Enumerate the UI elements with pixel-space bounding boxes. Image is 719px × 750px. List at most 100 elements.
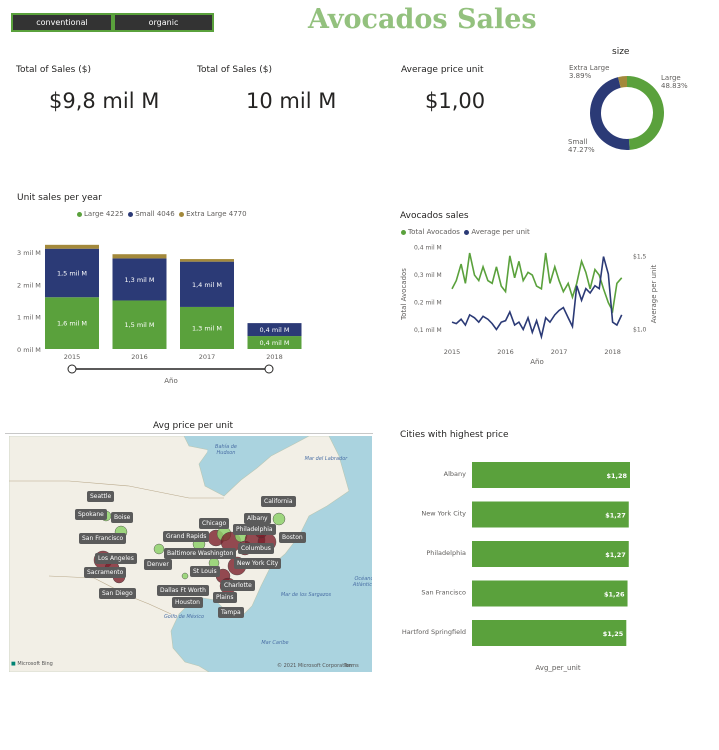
map-label-san-francisco[interactable]: San Francisco (79, 533, 127, 544)
city-label: New York City (421, 510, 466, 518)
bar-data-label: 1,3 mil M (124, 276, 154, 284)
city-bar-value: $1,25 (603, 630, 624, 638)
year-range-slider-handle-start[interactable] (67, 364, 77, 374)
slicer-organic-button[interactable]: organic (113, 13, 214, 32)
map-label-albany[interactable]: Albany (244, 513, 271, 524)
legend-item-total-avocados: Total Avocados (401, 228, 460, 236)
map-title: Avg price per unit (153, 421, 234, 431)
map-label-tampa[interactable]: Tampa (218, 607, 244, 618)
kpi-value-total-sales-2: 10 mil M (246, 89, 337, 113)
kpi-label-total-sales-2: Total of Sales ($) (197, 65, 272, 75)
map-label-sacramento[interactable]: Sacramento (84, 567, 127, 578)
donut-slice-large[interactable] (627, 76, 665, 150)
map-label-baltimore-washington[interactable]: Baltimore Washington (164, 548, 237, 559)
line-ytick: 0,4 mil M (414, 245, 442, 252)
line-ytick: 0,3 mil M (414, 272, 442, 279)
map-label-seattle[interactable]: Seattle (87, 491, 115, 502)
line-ytick: 0,2 mil M (414, 300, 442, 307)
legend-item-small: Small 4046 (128, 210, 175, 218)
donut-label-extra-large: Extra Large 3.89% (569, 64, 609, 80)
map-label-boise[interactable]: Boise (111, 512, 134, 523)
slicer-conventional-button[interactable]: conventional (11, 13, 113, 32)
kpi-label-average-price: Average price unit (401, 65, 484, 75)
bar-segment[interactable] (180, 259, 234, 262)
year-range-slider-handle-end[interactable] (264, 364, 274, 374)
page-title: Avocados Sales (308, 4, 537, 35)
kpi-value-total-sales: $9,8 mil M (49, 89, 160, 113)
kpi-label-total-sales: Total of Sales ($) (16, 65, 91, 75)
bar-data-label: 1,3 mil M (192, 324, 222, 332)
avocado-sales-chart: 0,1 mil M 0,2 mil M 0,3 mil M 0,4 mil M $1,0… (400, 245, 658, 366)
bar-xtick: 2017 (199, 353, 216, 361)
line-y2tick: $1,0 (633, 326, 647, 333)
map-label-denver[interactable]: Denver (144, 559, 172, 570)
avocado-sales-legend: Total Avocados Average per unit (401, 228, 530, 236)
line-series-total-avocados[interactable] (451, 252, 623, 314)
bar-segment[interactable] (112, 254, 167, 259)
map-bubble[interactable] (153, 543, 165, 555)
map-label-grand-rapids[interactable]: Grand Rapids (163, 531, 210, 542)
map-label-charlotte[interactable]: Charlotte (221, 580, 255, 591)
map-label-los-angeles[interactable]: Los Angeles (95, 553, 137, 564)
line-y2tick: $1,5 (633, 254, 647, 261)
map-label-plains[interactable]: Plains (213, 592, 237, 603)
cities-chart: Albany $1,28 New York City $1,27 Philadelphi… (402, 462, 630, 672)
city-bar-value: $1,27 (605, 512, 626, 520)
line-xlabel: Año (530, 358, 544, 366)
map-divider (5, 433, 373, 434)
line-y2label: Average per unit (650, 265, 658, 324)
legend-item-extra-large: Extra Large 4770 (179, 210, 247, 218)
city-label: Hartford Springfield (402, 628, 466, 636)
cities-xlabel: Avg_per_unit (535, 664, 580, 672)
line-xtick: 2018 (604, 348, 621, 356)
bar-data-label: 1,6 mil M (57, 320, 87, 328)
bar-xtick: 2016 (131, 353, 148, 361)
donut-label-large: Large 48.83% (661, 74, 688, 90)
line-ytick: 0,1 mil M (414, 327, 442, 334)
map-label-san-diego[interactable]: San Diego (99, 588, 136, 599)
city-label: Philadelphia (426, 549, 466, 557)
bar-xtick: 2015 (64, 353, 81, 361)
map-label-st-louis[interactable]: St Louis (190, 566, 220, 577)
bar-ytick: 0 mil M (17, 346, 41, 354)
map-terms-link[interactable]: Terms (344, 663, 359, 669)
unit-sales-title: Unit sales per year (17, 193, 102, 203)
bar-data-label: 0,4 mil M (259, 339, 289, 347)
map-attribution: © 2021 Microsoft Corporation (277, 663, 352, 669)
line-ylabel: Total Avocados (400, 268, 408, 321)
line-xtick: 2016 (497, 348, 514, 356)
legend-item-large: Large 4225 (77, 210, 124, 218)
unit-sales-legend: Large 4225 Small 4046 Extra Large 4770 (77, 210, 247, 218)
city-label: San Francisco (421, 589, 466, 597)
map-bubble[interactable] (181, 572, 189, 580)
kpi-value-average-price: $1,00 (425, 89, 486, 113)
unit-sales-chart: 0 mil M 1 mil M 2 mil M 3 mil M 1,6 mil M 1,5… (17, 244, 302, 385)
map-label-california[interactable]: California (261, 496, 296, 507)
bar-xlabel: Año (164, 377, 178, 385)
bar-ytick: 2 mil M (17, 281, 41, 289)
map-label-houston[interactable]: Houston (172, 597, 203, 608)
line-xtick: 2017 (551, 348, 568, 356)
city-label: Albany (444, 470, 466, 478)
map-label-boston[interactable]: Boston (279, 532, 306, 543)
map-label-new-york-city[interactable]: New York City (234, 558, 282, 569)
line-series-average-per-unit[interactable] (451, 256, 623, 340)
donut-slice-small[interactable] (589, 77, 630, 150)
donut-title: size (612, 47, 630, 57)
map-label-philadelphia[interactable]: Philadelphia (233, 524, 276, 535)
bar-segment[interactable] (45, 244, 99, 249)
map-label-chicago[interactable]: Chicago (199, 518, 230, 529)
bar-data-label: 1,4 mil M (192, 281, 222, 289)
city-bar-value: $1,28 (606, 472, 627, 480)
bar-xtick: 2018 (266, 353, 283, 361)
legend-item-average-per-unit: Average per unit (464, 228, 530, 236)
city-bar-value: $1,26 (604, 591, 625, 599)
cities-title: Cities with highest price (400, 430, 509, 440)
bar-data-label: 0,4 mil M (259, 326, 289, 334)
map-label-columbus[interactable]: Columbus (238, 543, 274, 554)
line-xtick: 2015 (444, 348, 461, 356)
bing-logo: ■ Microsoft Bing (11, 661, 53, 667)
map-label-dallas-ft-worth[interactable]: Dallas Ft Worth (157, 585, 209, 596)
map-label-spokane[interactable]: Spokane (75, 509, 107, 520)
price-map[interactable]: Bahía de Hudson Mar del Labrador Mar de … (9, 436, 372, 672)
